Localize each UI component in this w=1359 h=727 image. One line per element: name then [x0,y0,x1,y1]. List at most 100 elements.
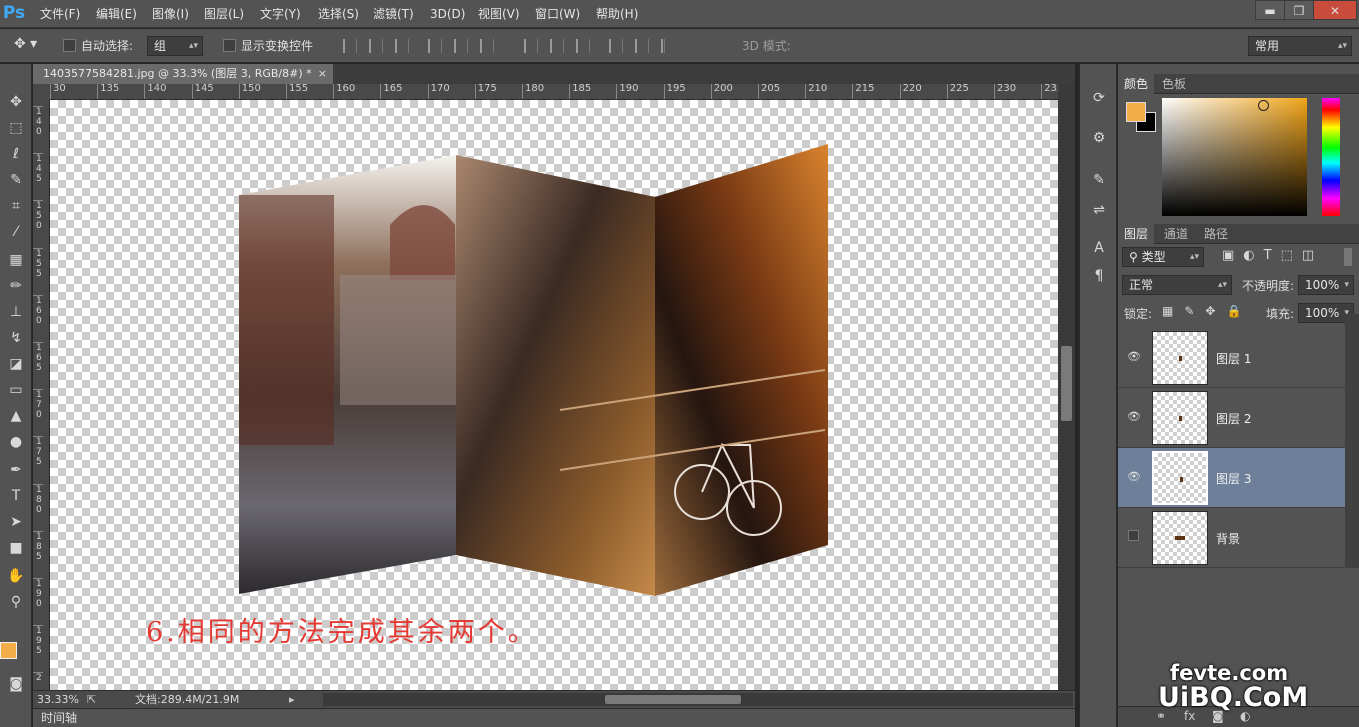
distribute-bottom-icon[interactable] [576,39,590,53]
align-left-icon[interactable] [428,39,442,53]
tab-paths[interactable]: 路径 [1198,224,1234,244]
distribute-top-icon[interactable] [524,39,538,53]
layers-scrollbar[interactable] [1345,314,1359,568]
crop-tool-icon[interactable]: ⌗ [3,194,29,218]
status-menu-arrow-icon[interactable]: ▸ [289,691,295,708]
path-select-icon[interactable]: ➤ [3,510,29,534]
layer-thumbnail[interactable] [1152,331,1208,385]
blend-mode-dropdown[interactable]: 正常 ▴▾ [1122,275,1232,295]
close-icon[interactable]: × [318,64,327,84]
layer-row-1[interactable]: 👁 图层 1 [1118,328,1345,388]
auto-select-checkbox[interactable] [63,39,76,52]
layer-thumbnail[interactable] [1152,451,1208,505]
align-top-icon[interactable] [343,39,357,53]
close-window-button[interactable]: ✕ [1313,0,1357,20]
zoom-tool-icon[interactable]: ⚲ [3,590,29,614]
workspace-dropdown[interactable]: 常用 ▴▾ [1248,36,1352,56]
marquee-tool-icon[interactable]: ⬚ [3,116,29,140]
document-canvas[interactable]: 6.相同的方法完成其余两个。 [50,100,1058,690]
properties-panel-icon[interactable]: ⚙ [1086,126,1112,150]
vertical-ruler[interactable]: 140 145 150 155 160 165 170 175 180 185 190 195 2 [33,100,50,690]
layer-row-background[interactable]: 背景 [1118,508,1345,568]
distribute-vcenter-icon[interactable] [550,39,564,53]
canvas-vertical-scrollbar[interactable] [1058,84,1075,690]
move-tool-icon[interactable]: ✥ [3,90,29,114]
distribute-left-icon[interactable] [609,39,623,53]
scroll-thumb[interactable] [605,695,741,704]
distribute-hcenter-icon[interactable] [635,39,649,53]
character-panel-icon[interactable]: A [1086,236,1112,260]
menu-help[interactable]: 帮助(H) [596,0,638,28]
menu-window[interactable]: 窗口(W) [535,0,580,28]
align-vcenter-icon[interactable] [369,39,383,53]
move-tool-preset-icon[interactable]: ✥ ▾ [14,36,48,56]
menu-file[interactable]: 文件(F) [40,0,80,28]
brush-tool-icon[interactable]: ✏ [3,274,29,298]
restore-button[interactable]: ❐ [1284,0,1314,20]
quick-select-tool-icon[interactable]: ✎ [3,168,29,192]
history-brush-icon[interactable]: ↯ [3,326,29,350]
visibility-toggle-off[interactable] [1128,530,1139,541]
eye-icon[interactable]: 👁 [1126,410,1142,424]
zoom-level[interactable]: 33.33% [37,691,79,708]
menu-edit[interactable]: 编辑(E) [96,0,137,28]
tab-color[interactable]: 颜色 [1118,74,1155,94]
foreground-color[interactable] [1126,102,1146,122]
layer-row-3-selected[interactable]: 👁 图层 3 [1118,448,1345,508]
stamp-tool-icon[interactable]: ⊥ [3,300,29,324]
opacity-field[interactable]: 100% ▾ [1298,275,1354,295]
document-size[interactable]: 文档:289.4M/21.9M [135,691,239,708]
color-picker-ring[interactable] [1258,100,1269,111]
gradient-tool-icon[interactable]: ▭ [3,378,29,402]
canvas-horizontal-scrollbar[interactable] [323,693,1073,706]
distribute-right-icon[interactable] [661,39,665,53]
blur-tool-icon[interactable]: ▲ [3,404,29,428]
paragraph-panel-icon[interactable]: ¶ [1086,264,1112,288]
eye-icon[interactable]: 👁 [1126,470,1142,484]
foreground-color-swatch[interactable] [0,642,17,659]
quick-mask-icon[interactable]: ◙ [3,672,29,696]
scroll-thumb[interactable] [1061,346,1072,421]
menu-3d[interactable]: 3D(D) [430,0,465,28]
layer-filter-dropdown[interactable]: ⚲ 类型 ▴▾ [1122,247,1204,267]
menu-select[interactable]: 选择(S) [318,0,359,28]
tab-channels[interactable]: 通道 [1158,224,1194,244]
healing-tool-icon[interactable]: ▦ [3,248,29,272]
shape-tool-icon[interactable]: ■ [3,536,29,560]
color-field[interactable] [1162,98,1307,216]
layer-row-2[interactable]: 👁 图层 2 [1118,388,1345,448]
menu-layer[interactable]: 图层(L) [204,0,244,28]
eye-icon[interactable]: 👁 [1126,350,1142,364]
dodge-tool-icon[interactable]: ● [3,430,29,454]
horizontal-ruler[interactable]: 30 135 140 145 150 155 160 165 170 175 180 185 190 19… [50,84,1058,100]
layer-thumbnail[interactable] [1152,391,1208,445]
layer-name[interactable]: 图层 1 [1216,350,1251,367]
adjustments-panel-icon[interactable]: ⇌ [1086,198,1112,222]
filter-toggle[interactable] [1344,248,1352,266]
type-tool-icon[interactable]: T [3,484,29,508]
menu-view[interactable]: 视图(V) [478,0,520,28]
align-bottom-icon[interactable] [395,39,409,53]
tab-swatches[interactable]: 色板 [1156,74,1192,94]
show-transform-checkbox[interactable] [223,39,236,52]
align-right-icon[interactable] [480,39,494,53]
history-panel-icon[interactable]: ⟳ [1086,86,1112,110]
minimize-button[interactable]: ▬ [1255,0,1285,20]
align-hcenter-icon[interactable] [454,39,468,53]
brush-panel-icon[interactable]: ✎ [1086,168,1112,192]
eraser-tool-icon[interactable]: ◪ [3,352,29,376]
lasso-tool-icon[interactable]: ℓ [3,142,29,166]
hand-tool-icon[interactable]: ✋ [3,564,29,588]
export-icon[interactable]: ⇱ [87,691,96,708]
layer-filter-icons[interactable]: ▣◐T⬚◫ [1222,248,1323,263]
layer-name[interactable]: 图层 2 [1216,410,1251,427]
hue-slider[interactable] [1322,98,1340,216]
document-tab[interactable]: 1403577584281.jpg @ 33.3% (图层 3, RGB/8#)… [33,64,333,84]
ruler-origin[interactable] [33,84,50,100]
layer-thumbnail[interactable] [1152,511,1208,565]
eyedropper-tool-icon[interactable]: ⁄ [3,220,29,244]
lock-icons[interactable]: ▦✎✥🔒 [1162,304,1252,318]
menu-filter[interactable]: 滤镜(T) [373,0,414,28]
tab-layers[interactable]: 图层 [1118,224,1155,244]
layer-name[interactable]: 背景 [1216,530,1240,547]
